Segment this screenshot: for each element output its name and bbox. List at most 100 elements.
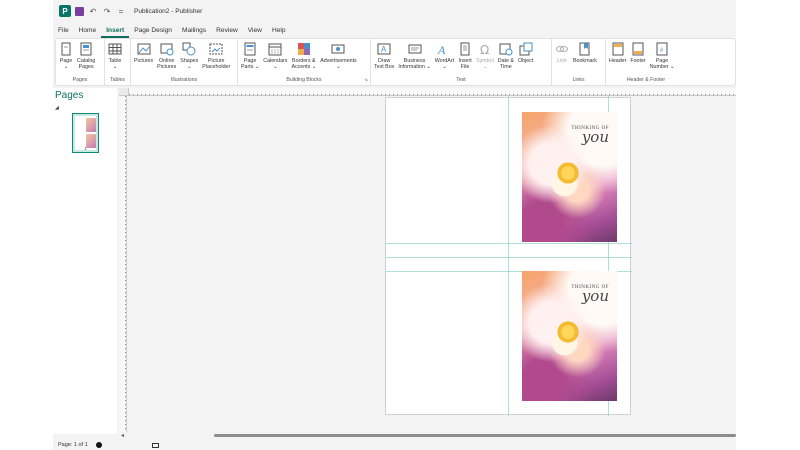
borders-accents-icon [297,42,311,56]
object-button[interactable]: Object [516,41,535,75]
symbol-button-label: Symbol ⌄ [476,58,494,71]
publisher-window: P ↶ ↷ = Publication2 - Publisher File Ho… [53,0,736,450]
bookmark-icon [578,42,592,56]
insert-file-button[interactable]: Insert File [456,41,474,75]
flower-stamens [554,160,582,186]
link-button-label: Link [557,58,567,64]
table-button-label: Table ⌄ [108,58,122,71]
draw-text-box-button[interactable]: A Draw Text Box [372,41,396,75]
page-number-button-label: Page Number ⌄ [649,58,675,71]
draw-text-box-button-label: Draw Text Box [374,58,395,71]
tab-home[interactable]: Home [74,24,102,38]
business-information-icon [408,42,422,56]
redo-icon[interactable]: ↷ [102,7,112,16]
footer-button[interactable]: Footer [628,41,647,75]
workspace-canvas[interactable]: THINKING OF you THINKING OF you [129,96,736,430]
table-button[interactable]: Table ⌄ [106,41,124,75]
shapes-button-label: Shapes ⌄ [180,58,199,71]
page-parts-icon [243,42,257,56]
page-parts-button[interactable]: Page Parts ⌄ [239,41,261,75]
header-icon [611,42,625,56]
scroll-left-arrow-icon[interactable]: ◂ [121,432,124,439]
symbol-button[interactable]: Ω Symbol ⌄ [474,41,496,75]
wordart-button-label: WordArt ⌄ [434,58,455,71]
picture-placeholder-icon [209,42,223,56]
advertisements-button[interactable]: Advertisements ⌄ [318,41,359,75]
horizontal-guide[interactable] [386,243,632,244]
scrollbar-thumb[interactable] [214,434,736,437]
catalog-pages-button[interactable]: Catalog Pages [75,41,97,75]
save-icon[interactable] [75,6,84,16]
card-caption-line2: you [581,287,609,305]
horizontal-guide[interactable] [386,257,632,258]
tab-file[interactable]: File [53,24,74,38]
online-pictures-icon [160,42,174,56]
borders-accents-button-label: Borders & Accents ⌄ [291,58,317,71]
page-icon [59,42,73,56]
greeting-card-image[interactable]: THINKING OF you [522,112,617,242]
group-text: A Draw Text Box Business Information ⌄ A… [371,39,552,85]
collapse-caret-icon[interactable]: ◢ [55,105,59,111]
title-bar: P ↶ ↷ = Publication2 - Publisher [53,0,736,22]
tab-insert[interactable]: Insert [101,24,130,38]
single-page-view-icon[interactable] [151,442,159,448]
picture-placeholder-button[interactable]: Picture Placeholder [200,41,232,75]
page-thumbnail[interactable]: 1 [72,113,99,153]
tab-page-design[interactable]: Page Design [129,24,177,38]
macro-record-icon[interactable] [95,442,102,448]
link-icon [555,42,569,56]
page-number-icon: # [655,42,669,56]
customize-toolbar-icon[interactable]: = [116,7,126,16]
link-button[interactable]: Link [553,41,571,75]
calendars-button[interactable]: Calendars ⌄ [261,41,289,75]
page-count-status[interactable]: Page: 1 of 1 [58,442,88,448]
header-button[interactable]: Header [607,41,628,75]
vertical-guide[interactable] [508,96,509,416]
business-information-button[interactable]: Business Information ⌄ [396,41,432,75]
insert-file-button-label: Insert File [458,58,472,71]
text-box-icon: A [377,42,391,56]
advertisements-icon [331,42,345,56]
document-title: Publication2 - Publisher [134,7,203,15]
status-bar: Page: 1 of 1 [53,440,736,450]
catalog-pages-button-label: Catalog Pages [77,58,96,71]
page-button[interactable]: Page ⌄ [57,41,75,75]
wordart-button[interactable]: A WordArt ⌄ [433,41,456,75]
horizontal-scrollbar[interactable]: ◂ [119,432,736,439]
group-pages: Page ⌄ Catalog Pages Pages [56,39,105,85]
bookmark-button-label: Bookmark [573,58,597,64]
ruler-corner[interactable] [119,88,129,96]
group-label-tables: Tables [110,77,125,83]
undo-icon[interactable]: ↶ [88,7,98,16]
group-links: Link Bookmark Links [552,39,606,85]
card-caption-line2: you [581,128,609,146]
calendars-button-label: Calendars ⌄ [263,58,288,71]
borders-accents-button[interactable]: Borders & Accents ⌄ [289,41,318,75]
horizontal-ruler[interactable] [129,88,736,96]
tab-review[interactable]: Review [211,24,243,38]
online-pictures-button[interactable]: Online Pictures [155,41,178,75]
pictures-button[interactable]: Pictures [132,41,155,75]
date-time-button[interactable]: Date & Time [496,41,516,75]
date-time-button-label: Date & Time [497,58,514,71]
publisher-logo-icon: P [59,5,71,17]
business-information-button-label: Business Information ⌄ [398,58,431,71]
page-thumbnail-number: 1 [84,146,87,151]
bookmark-button[interactable]: Bookmark [571,41,599,75]
tab-help[interactable]: Help [267,24,291,38]
publication-page[interactable]: THINKING OF you THINKING OF you [385,96,632,416]
svg-text:Ω: Ω [480,43,489,56]
insert-file-icon [458,42,472,56]
group-tables: Table ⌄ Tables [105,39,131,85]
tab-view[interactable]: View [243,24,267,38]
object-button-label: Object [517,58,534,64]
page-number-button[interactable]: # Page Number ⌄ [648,41,677,75]
greeting-card-image[interactable]: THINKING OF you [522,271,617,401]
pictures-icon [137,42,151,56]
header-button-label: Header [609,58,627,64]
tab-mailings[interactable]: Mailings [177,24,211,38]
vertical-ruler[interactable] [119,96,127,434]
shapes-button[interactable]: Shapes ⌄ [178,41,200,75]
group-building-blocks: Page Parts ⌄ Calendars ⌄ Borders & Accen… [238,39,371,85]
object-icon [519,42,533,56]
